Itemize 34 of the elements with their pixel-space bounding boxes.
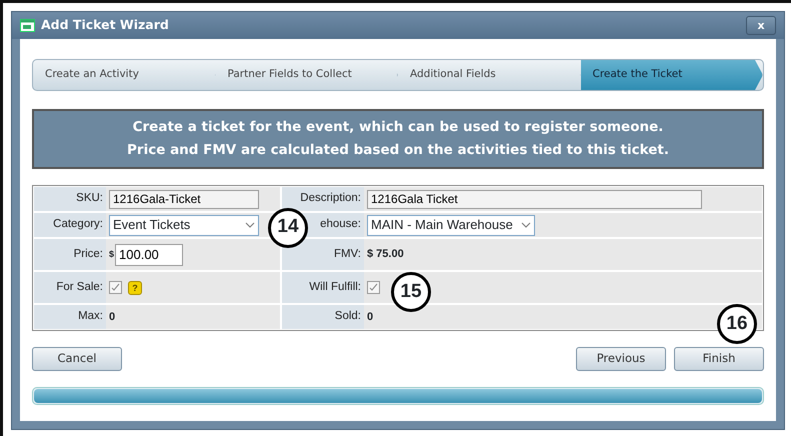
caret-icon (520, 220, 531, 230)
previous-button[interactable]: Previous (576, 347, 666, 371)
cancel-button[interactable]: Cancel (32, 347, 122, 371)
instruction-banner: Create a ticket for the event, which can be used to register someone. Price and FMV are calculated based on the activities tied to this ticket. (32, 109, 764, 169)
wizard-step[interactable]: Create the Ticket (580, 60, 763, 90)
window-title: Add Ticket Wizard (41, 16, 169, 34)
price-field[interactable]: 100.00 (115, 244, 184, 266)
field-label: Category: (53, 217, 103, 232)
checkbox[interactable] (109, 281, 122, 294)
field-value: $ 75.00 (367, 247, 404, 262)
dropdown[interactable]: MAIN - Main Warehouse (367, 214, 535, 236)
close-button[interactable]: x (746, 16, 776, 35)
field-value: 0 (109, 310, 116, 325)
field-label: ehouse: (320, 217, 361, 232)
field-label: Sold: (334, 309, 361, 324)
caret-icon (245, 220, 255, 230)
field-label: Description: (300, 191, 361, 206)
text-field[interactable]: 1216Gala Ticket (367, 190, 702, 208)
checkbox[interactable] (367, 281, 380, 294)
text-field[interactable]: 1216Gala-Ticket (109, 190, 259, 208)
finish-button[interactable]: Finish (674, 347, 764, 371)
dropdown[interactable]: Event Tickets (109, 214, 259, 236)
field-label: FMV: (334, 246, 361, 262)
field-value: 0 (367, 310, 374, 325)
window-icon (20, 19, 35, 32)
field-label: Price: (74, 246, 103, 262)
field-label: For Sale: (56, 280, 103, 295)
wizard-step[interactable]: Create an Activity (33, 60, 216, 90)
field-label: Max: (78, 309, 103, 324)
wizard-step[interactable]: Partner Fields to Collect (216, 60, 398, 90)
field-label: SKU: (76, 191, 103, 206)
field-label: Will Fulfill: (309, 280, 361, 295)
currency-symbol: $ (109, 248, 114, 261)
help-button[interactable]: ? (128, 280, 142, 294)
